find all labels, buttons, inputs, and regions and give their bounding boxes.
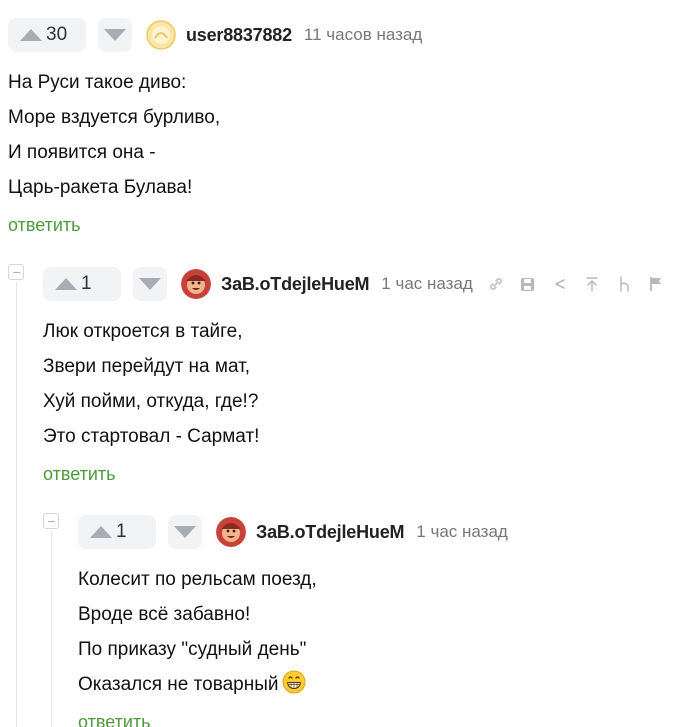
comment-toolbar bbox=[487, 275, 665, 293]
downvote-button[interactable] bbox=[98, 18, 132, 52]
flag-icon bbox=[649, 277, 661, 291]
comment-line-with-emoji: Оказался не товарный bbox=[78, 667, 508, 702]
comment-line: Колесит по рельсам поезд, bbox=[78, 569, 317, 590]
avatar[interactable] bbox=[146, 20, 176, 50]
save-icon bbox=[521, 277, 535, 291]
triangle-up-icon bbox=[55, 278, 77, 290]
reply-link[interactable]: ответить bbox=[78, 710, 508, 727]
scroll-up-icon bbox=[586, 277, 598, 292]
timestamp[interactable]: 1 час назад bbox=[381, 274, 473, 294]
comment-line: Это стартовал - Сармат! bbox=[43, 426, 260, 447]
share-icon bbox=[555, 279, 565, 289]
comment-header: 30 user8837882 11 часов назад bbox=[8, 17, 422, 53]
comment-line: По приказу "судный день" bbox=[78, 639, 307, 660]
report-button[interactable] bbox=[647, 275, 665, 293]
rating-box: 30 bbox=[8, 18, 86, 52]
thread-line[interactable] bbox=[51, 531, 52, 727]
parent-icon bbox=[620, 276, 629, 292]
share-button[interactable] bbox=[551, 275, 569, 293]
comment-line: И появится она - bbox=[8, 142, 156, 163]
triangle-down-icon bbox=[174, 526, 196, 538]
comment-body: Люк откроется в тайге, Звери перейдут на… bbox=[43, 314, 665, 454]
rating-box: 1 bbox=[78, 515, 156, 549]
triangle-up-icon bbox=[90, 526, 112, 538]
comment-line: Люк откроется в тайге, bbox=[43, 321, 243, 342]
comment-line: Море вздуется бурливо, bbox=[8, 107, 221, 128]
triangle-down-icon bbox=[104, 29, 126, 41]
comment-line: Царь-ракета Булава! bbox=[8, 177, 193, 198]
triangle-down-icon bbox=[139, 278, 161, 290]
comment-line: Вроде всё забавно! bbox=[78, 604, 251, 625]
username[interactable]: user8837882 bbox=[186, 25, 292, 46]
downvote-button[interactable] bbox=[133, 267, 167, 301]
reply-link[interactable]: ответить bbox=[8, 213, 422, 237]
rating-count: 1 bbox=[81, 273, 92, 294]
collapse-button[interactable] bbox=[8, 264, 24, 280]
avatar[interactable] bbox=[216, 517, 246, 547]
link-icon bbox=[490, 278, 502, 290]
rating-box: 1 bbox=[43, 267, 121, 301]
collapse-button[interactable] bbox=[43, 513, 59, 529]
comment-2: 1 ЗаВ.оТdejleHueM 1 час назад Люк открое… bbox=[43, 266, 665, 486]
avatar[interactable] bbox=[181, 269, 211, 299]
upvote-button[interactable] bbox=[86, 515, 116, 549]
scroll-up-button[interactable] bbox=[583, 275, 601, 293]
username[interactable]: ЗаВ.оТdejleHueM bbox=[221, 274, 369, 295]
parent-comment-button[interactable] bbox=[615, 275, 633, 293]
comment-3: 1 ЗаВ.оТdejleHueM 1 час назад Колесит по… bbox=[78, 514, 508, 727]
timestamp[interactable]: 1 час назад bbox=[416, 522, 508, 542]
comment-line: Звери перейдут на мат, bbox=[43, 356, 250, 377]
upvote-button[interactable] bbox=[51, 267, 81, 301]
reply-link[interactable]: ответить bbox=[43, 462, 665, 486]
save-button[interactable] bbox=[519, 275, 537, 293]
rating-count: 1 bbox=[116, 521, 127, 542]
comment-body: Колесит по рельсам поезд, Вроде всё заба… bbox=[78, 562, 508, 702]
timestamp[interactable]: 11 часов назад bbox=[304, 25, 422, 45]
username[interactable]: ЗаВ.оТdejleHueM bbox=[256, 522, 404, 543]
comment-1: 30 user8837882 11 часов назад На Руси та… bbox=[8, 17, 422, 237]
default-avatar-icon bbox=[146, 20, 176, 50]
thread-line[interactable] bbox=[16, 282, 17, 727]
upvote-button[interactable] bbox=[16, 18, 46, 52]
user-avatar-icon bbox=[181, 269, 211, 299]
link-button[interactable] bbox=[487, 275, 505, 293]
comment-line-text: Оказался не товарный bbox=[78, 674, 279, 695]
rating-count: 30 bbox=[46, 24, 68, 45]
comment-line: Хуй пойми, откуда, где!? bbox=[43, 391, 259, 412]
comment-header: 1 ЗаВ.оТdejleHueM 1 час назад bbox=[78, 514, 508, 550]
triangle-up-icon bbox=[20, 29, 42, 41]
comment-body: На Руси такое диво: Море вздуется бурлив… bbox=[8, 65, 422, 205]
user-avatar-icon bbox=[216, 517, 246, 547]
comment-line: На Руси такое диво: bbox=[8, 72, 187, 93]
comment-header: 1 ЗаВ.оТdejleHueM 1 час назад bbox=[43, 266, 665, 302]
grinning-face-icon bbox=[282, 670, 306, 694]
downvote-button[interactable] bbox=[168, 515, 202, 549]
comments-thread: 30 user8837882 11 часов назад На Руси та… bbox=[0, 0, 700, 727]
